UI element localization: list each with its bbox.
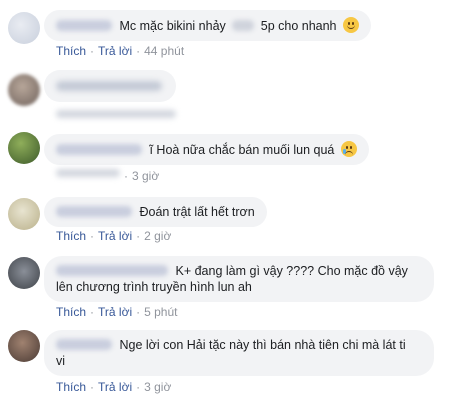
comment-time[interactable]: 2 giờ xyxy=(144,229,171,243)
comment-text: K+ đang làm gì vậy ???? Cho mặc đồ vậy xyxy=(175,264,408,278)
comment-line-1: K+ đang làm gì vậy ???? Cho mặc đồ vậy xyxy=(56,263,422,279)
separator-dot: · xyxy=(124,169,128,183)
commenter-name-blurred[interactable] xyxy=(56,144,142,155)
comment-bubble: Mc mặc bikini nhảy 5p cho nhanh xyxy=(44,10,371,41)
avatar[interactable] xyxy=(8,330,40,362)
separator-dot: · xyxy=(136,229,141,243)
avatar[interactable] xyxy=(8,257,40,289)
comment-bubble: ĩ Hoà nữa chắc bán muối lun quá xyxy=(44,134,369,165)
commenter-name-blurred[interactable] xyxy=(56,265,168,276)
like-link[interactable]: Thích xyxy=(56,44,86,58)
separator-dot: · xyxy=(90,229,95,243)
separator-dot: · xyxy=(136,380,141,394)
comment-line-2: vi xyxy=(56,354,66,368)
comment-line-2: lên chương trình truyền hình lun ah xyxy=(56,280,252,294)
comment-text-continued: 5p cho nhanh xyxy=(260,19,337,33)
comment-bubble: K+ đang làm gì vậy ???? Cho mặc đồ vậy l… xyxy=(44,256,434,302)
blurred-actions xyxy=(56,110,176,118)
separator-dot: · xyxy=(90,380,95,394)
avatar[interactable] xyxy=(8,132,40,164)
comment-bubble: Nge lời con Hải tặc này thì bán nhà tiên… xyxy=(44,330,434,376)
reply-link[interactable]: Trả lời xyxy=(98,305,132,319)
comment-text: Mc mặc bikini nhảy xyxy=(119,19,226,33)
reply-link[interactable]: Trả lời xyxy=(98,229,132,243)
commenter-name-blurred[interactable] xyxy=(56,20,112,31)
comment-line-1: Nge lời con Hải tặc này thì bán nhà tiên… xyxy=(56,337,422,353)
reply-link[interactable]: Trả lời xyxy=(98,44,132,58)
comment-time[interactable]: 3 giờ xyxy=(132,169,159,183)
blurred-word xyxy=(232,20,255,31)
comment-bubble-blurred xyxy=(44,70,176,102)
comment-bubble: Đoán trật lất hết trơn xyxy=(44,197,267,227)
comment-actions: Thích · Trả lời · 44 phút xyxy=(56,44,184,58)
commenter-name-blurred[interactable] xyxy=(56,206,132,217)
like-link[interactable]: Thích xyxy=(56,229,86,243)
like-link[interactable]: Thích xyxy=(56,305,86,319)
comment-time[interactable]: 3 giờ xyxy=(144,380,171,394)
separator-dot: · xyxy=(136,305,141,319)
smile-emoji-icon xyxy=(343,17,359,33)
blurred-actions xyxy=(56,169,120,177)
comment-actions: Thích · Trả lời · 3 giờ xyxy=(56,380,171,394)
commenter-name-blurred[interactable] xyxy=(56,339,112,350)
separator-dot: · xyxy=(90,44,95,58)
comment-actions: · 3 giờ xyxy=(56,167,159,183)
avatar[interactable] xyxy=(8,12,40,44)
reply-link[interactable]: Trả lời xyxy=(98,380,132,394)
comment-time[interactable]: 44 phút xyxy=(144,44,184,58)
crying-emoji-icon xyxy=(340,141,357,157)
comment-actions-blurred xyxy=(56,108,176,120)
comment-text: Nge lời con Hải tặc này thì bán nhà tiên… xyxy=(119,338,406,352)
comment-actions: Thích · Trả lời · 5 phút xyxy=(56,305,177,319)
comment-text: Đoán trật lất hết trơn xyxy=(139,205,255,219)
comment-text: ĩ Hoà nữa chắc bán muối lun quá xyxy=(149,143,335,157)
comment-actions: Thích · Trả lời · 2 giờ xyxy=(56,229,171,243)
like-link[interactable]: Thích xyxy=(56,380,86,394)
avatar[interactable] xyxy=(8,198,40,230)
separator-dot: · xyxy=(136,44,141,58)
comment-time[interactable]: 5 phút xyxy=(144,305,177,319)
avatar[interactable] xyxy=(8,74,40,106)
separator-dot: · xyxy=(90,305,95,319)
blurred-comment-content xyxy=(56,81,162,91)
